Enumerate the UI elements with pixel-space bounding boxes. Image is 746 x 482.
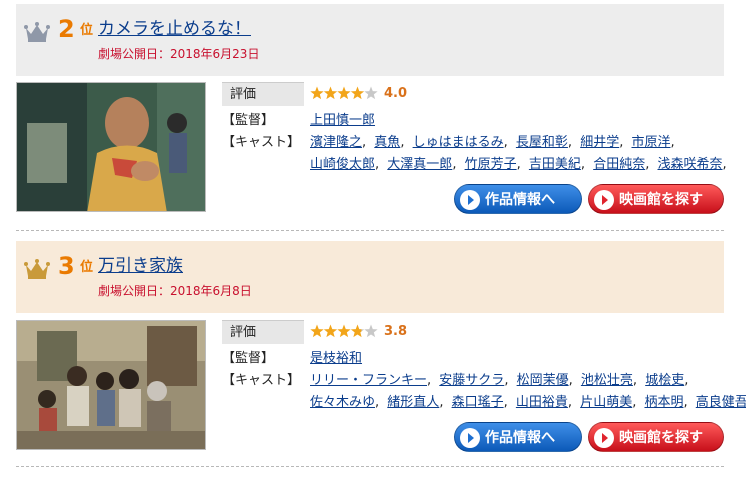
release-date: 劇場公開日：2018年6月8日 bbox=[98, 284, 252, 298]
star-icon bbox=[350, 324, 365, 338]
cast-link[interactable]: 濱津隆之 bbox=[310, 135, 362, 150]
cast-link[interactable]: 片山萌美 bbox=[580, 395, 632, 410]
cast-link[interactable]: 長屋和彰 bbox=[516, 135, 568, 150]
entry-header: 3 位 万引き家族 劇場公開日：2018年6月8日 bbox=[16, 241, 724, 313]
cast-list-line-1: 濱津隆之, 真魚, しゅはまはるみ, 長屋和彰, 細井学, 市原洋, bbox=[310, 135, 675, 150]
find-theater-button-label: 映画館を探す bbox=[619, 430, 703, 446]
cast-link[interactable]: 大澤真一郎 bbox=[387, 157, 452, 172]
rating-score: 4.0 bbox=[384, 86, 408, 101]
arrow-right-icon bbox=[594, 428, 614, 448]
cast-link[interactable]: 柄本明 bbox=[644, 395, 683, 410]
movie-info-button-label: 作品情報へ bbox=[485, 430, 555, 446]
cast-link[interactable]: 竹原芳子 bbox=[465, 157, 517, 172]
movie-info-button[interactable]: 作品情報へ bbox=[454, 184, 582, 214]
star-icon bbox=[350, 86, 365, 100]
cast-link[interactable]: 合田純奈 bbox=[593, 157, 645, 172]
find-theater-button[interactable]: 映画館を探す bbox=[588, 184, 724, 214]
divider bbox=[16, 466, 724, 467]
release-date: 劇場公開日：2018年6月23日 bbox=[98, 47, 260, 61]
cast-link[interactable]: 安藤サクラ bbox=[439, 373, 504, 388]
cast-link[interactable]: 佐々木みゆ bbox=[310, 395, 375, 410]
cast-link[interactable]: 真魚 bbox=[374, 135, 400, 150]
gold-crown-icon bbox=[24, 259, 50, 279]
cast-link[interactable]: 森口瑤子 bbox=[452, 395, 504, 410]
director-list: 是枝裕和 bbox=[310, 350, 362, 368]
rank-number: 3 bbox=[58, 252, 75, 280]
movie-poster-image[interactable] bbox=[16, 82, 206, 212]
director-list: 上田慎一郎 bbox=[310, 112, 375, 130]
cast-list-line-2: 佐々木みゆ, 緒形直人, 森口瑤子, 山田裕貴, 片山萌美, 柄本明, 高良健吾… bbox=[310, 395, 746, 410]
star-icon bbox=[323, 86, 338, 100]
cast-link[interactable]: 市原洋 bbox=[631, 135, 670, 150]
rating-stars bbox=[310, 324, 380, 338]
star-icon bbox=[310, 324, 324, 338]
rank-number: 2 bbox=[58, 15, 75, 43]
director-link[interactable]: 上田慎一郎 bbox=[310, 113, 375, 128]
silver-crown-icon bbox=[24, 22, 50, 42]
cast-link[interactable]: リリー・フランキー bbox=[310, 373, 427, 388]
movie-title-link[interactable]: カメラを止めるな！ bbox=[98, 18, 251, 40]
cast-link[interactable]: 緒形直人 bbox=[387, 395, 439, 410]
director-label: 【監督】 bbox=[222, 113, 275, 128]
cast-link[interactable]: 吉田美紀 bbox=[529, 157, 581, 172]
rating-score: 3.8 bbox=[384, 324, 408, 339]
cast-link[interactable]: しゅはまはるみ bbox=[413, 135, 504, 150]
cast-link[interactable]: 松岡茉優 bbox=[517, 373, 569, 388]
entry-header: 2 位 カメラを止めるな！ 劇場公開日：2018年6月23日 bbox=[16, 4, 724, 76]
cast-link[interactable]: 細井学 bbox=[580, 135, 619, 150]
rating-label: 評価 bbox=[222, 82, 304, 106]
movie-title-link[interactable]: 万引き家族 bbox=[98, 255, 183, 277]
star-icon bbox=[323, 324, 338, 338]
cast-list-line-2: 山崎俊太郎, 大澤真一郎, 竹原芳子, 吉田美紀, 合田純奈, 浅森咲希奈, bbox=[310, 157, 727, 172]
rating-stars bbox=[310, 86, 380, 100]
cast-list-line-1: リリー・フランキー, 安藤サクラ, 松岡茉優, 池松壮亮, 城桧吏, bbox=[310, 373, 689, 388]
arrow-right-icon bbox=[460, 190, 480, 210]
star-icon bbox=[364, 324, 378, 338]
cast-link[interactable]: 池松壮亮 bbox=[581, 373, 633, 388]
movie-poster-image[interactable] bbox=[16, 320, 206, 450]
movie-info-button[interactable]: 作品情報へ bbox=[454, 422, 582, 452]
cast-label: 【キャスト】 bbox=[222, 373, 301, 388]
arrow-right-icon bbox=[460, 428, 480, 448]
find-theater-button[interactable]: 映画館を探す bbox=[588, 422, 724, 452]
find-theater-button-label: 映画館を探す bbox=[619, 192, 703, 208]
star-icon bbox=[310, 86, 324, 100]
star-icon bbox=[337, 86, 351, 100]
arrow-right-icon bbox=[594, 190, 614, 210]
cast-link[interactable]: 城桧吏 bbox=[645, 373, 684, 388]
director-label: 【監督】 bbox=[222, 351, 275, 366]
rating-label: 評価 bbox=[222, 320, 304, 344]
movie-info-button-label: 作品情報へ bbox=[485, 192, 555, 208]
rank-suffix: 位 bbox=[80, 23, 94, 38]
star-icon bbox=[364, 86, 378, 100]
cast-link[interactable]: 高良健吾 bbox=[696, 395, 746, 410]
rank-suffix: 位 bbox=[80, 260, 94, 275]
director-link[interactable]: 是枝裕和 bbox=[310, 351, 362, 366]
star-icon bbox=[337, 324, 351, 338]
divider bbox=[16, 230, 724, 231]
cast-link[interactable]: 浅森咲希奈 bbox=[657, 157, 722, 172]
cast-label: 【キャスト】 bbox=[222, 135, 301, 150]
cast-link[interactable]: 山崎俊太郎 bbox=[310, 157, 375, 172]
cast-link[interactable]: 山田裕貴 bbox=[516, 395, 568, 410]
